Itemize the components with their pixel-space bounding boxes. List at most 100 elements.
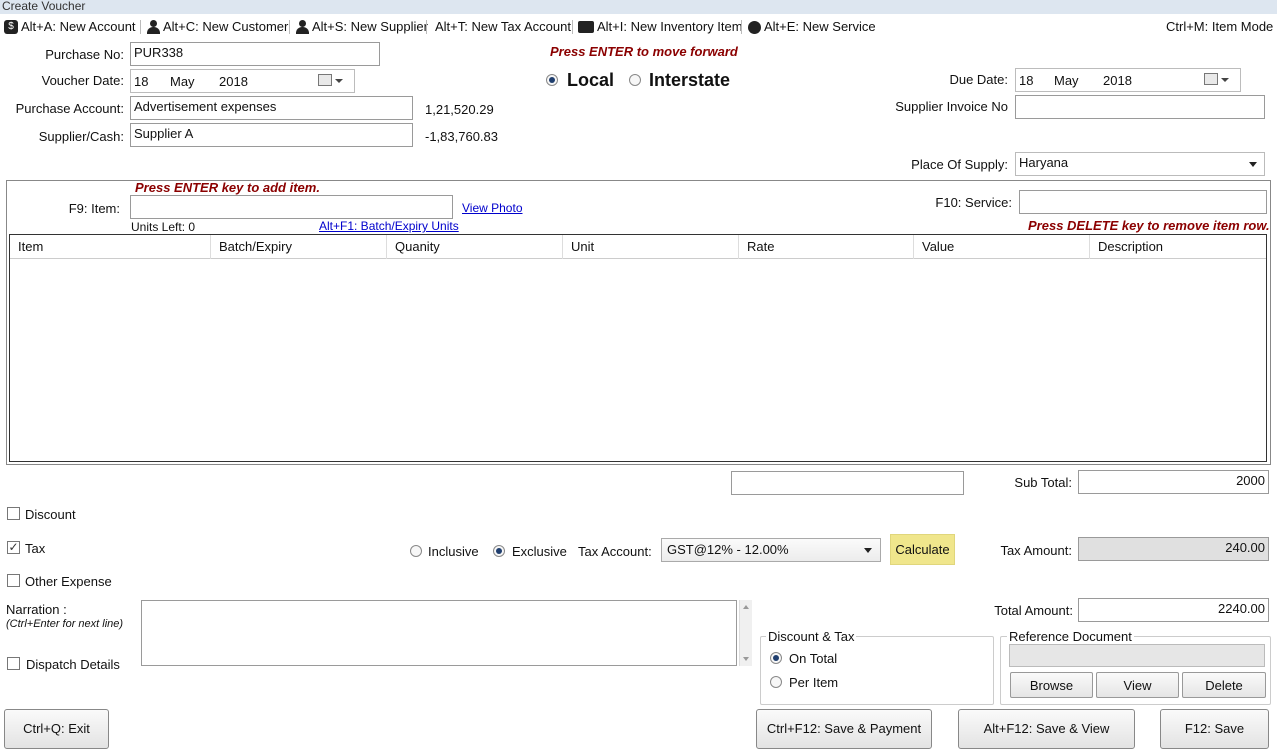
new-customer-label: Alt+C: New Customer	[163, 19, 289, 34]
local-radio[interactable]	[546, 74, 558, 86]
column-quantity[interactable]: Quanity	[387, 235, 563, 259]
item-mode-label: Ctrl+M: Item Mode	[1166, 19, 1274, 34]
dispatch-details-label: Dispatch Details	[26, 657, 120, 672]
voucher-date-label: Voucher Date:	[41, 73, 124, 88]
calendar-icon[interactable]	[1204, 73, 1229, 85]
on-total-radio[interactable]	[770, 652, 782, 664]
narration-scrollbar[interactable]	[739, 600, 752, 666]
new-inventory-item-button[interactable]: Alt+I: New Inventory Item	[578, 18, 743, 36]
supplier-icon	[295, 20, 309, 34]
voucher-date-picker[interactable]: 18 May 2018	[130, 69, 355, 93]
exclusive-radio[interactable]	[493, 545, 505, 557]
tax-account-select[interactable]: GST@12% - 12.00%	[661, 538, 881, 562]
chevron-down-icon	[1249, 162, 1257, 167]
local-label[interactable]: Local	[567, 70, 614, 91]
discount-label: Discount	[25, 507, 76, 522]
new-supplier-label: Alt+S: New Supplier	[312, 19, 428, 34]
purchase-account-label: Purchase Account:	[15, 101, 124, 116]
items-grid[interactable]: Item Batch/Expiry Quanity Unit Rate Valu…	[9, 234, 1267, 462]
toolbar-separator	[140, 20, 141, 34]
place-of-supply-value: Haryana	[1019, 155, 1069, 170]
reference-document-title: Reference Document	[1007, 629, 1134, 644]
dollar-icon: $	[4, 20, 18, 34]
inclusive-radio[interactable]	[410, 545, 422, 557]
tax-checkbox[interactable]: ✓	[7, 541, 20, 554]
extra-total-field[interactable]	[731, 471, 964, 495]
save-payment-button[interactable]: Ctrl+F12: Save & Payment	[756, 709, 932, 749]
narration-textarea[interactable]	[141, 600, 737, 666]
item-mode-button[interactable]: Ctrl+M: Item Mode	[1166, 18, 1273, 36]
service-icon	[748, 20, 761, 34]
new-supplier-button[interactable]: Alt+S: New Supplier	[295, 18, 428, 36]
interstate-label[interactable]: Interstate	[649, 70, 730, 91]
place-of-supply-select[interactable]: Haryana	[1015, 152, 1265, 176]
browse-button[interactable]: Browse	[1010, 672, 1093, 698]
narration-label: Narration :	[6, 602, 67, 617]
other-expense-label: Other Expense	[25, 574, 112, 589]
units-left: Units Left: 0	[131, 220, 196, 234]
item-input[interactable]	[130, 195, 453, 219]
view-button[interactable]: View	[1096, 672, 1179, 698]
purchase-account-balance: 1,21,520.29	[425, 102, 494, 117]
per-item-radio[interactable]	[770, 676, 782, 688]
toolbar-separator	[572, 20, 573, 34]
column-item[interactable]: Item	[10, 235, 211, 259]
due-date-day: 18	[1019, 73, 1034, 88]
supplier-balance: -1,83,760.83	[425, 129, 499, 144]
new-account-label: Alt+A: New Account	[21, 19, 136, 34]
other-expense-checkbox[interactable]	[7, 574, 20, 587]
new-tax-account-button[interactable]: Alt+T: New Tax Account	[435, 18, 571, 36]
new-service-button[interactable]: Alt+E: New Service	[748, 18, 876, 36]
new-inventory-item-label: Alt+I: New Inventory Item	[597, 19, 743, 34]
due-date-month: May	[1054, 73, 1079, 88]
toolbar: $ Alt+A: New Account Alt+C: New Customer…	[0, 14, 1277, 40]
new-customer-button[interactable]: Alt+C: New Customer	[146, 18, 288, 36]
on-total-label[interactable]: On Total	[789, 651, 837, 666]
column-batch-expiry[interactable]: Batch/Expiry	[211, 235, 387, 259]
tax-account-label: Tax Account:	[578, 544, 652, 559]
supplier-input[interactable]: Supplier A	[130, 123, 413, 147]
item-label: F9: Item:	[68, 201, 120, 216]
supplier-invoice-input[interactable]	[1015, 95, 1265, 119]
column-unit[interactable]: Unit	[563, 235, 739, 259]
truck-icon	[578, 21, 594, 33]
per-item-label[interactable]: Per Item	[789, 675, 838, 690]
service-input[interactable]	[1019, 190, 1267, 214]
view-photo-link[interactable]: View Photo	[462, 201, 523, 215]
total-amount-label: Total Amount:	[994, 603, 1073, 618]
due-date-picker[interactable]: 18 May 2018	[1015, 68, 1241, 92]
column-value[interactable]: Value	[914, 235, 1090, 259]
column-description[interactable]: Description	[1090, 235, 1266, 259]
voucher-date-day: 18	[134, 74, 149, 89]
scroll-down-icon[interactable]	[743, 657, 749, 661]
calendar-icon[interactable]	[318, 74, 343, 86]
purchase-account-input[interactable]: Advertisement expenses	[130, 96, 413, 120]
delete-button[interactable]: Delete	[1182, 672, 1266, 698]
inclusive-label[interactable]: Inclusive	[428, 544, 479, 559]
items-grid-header: Item Batch/Expiry Quanity Unit Rate Valu…	[10, 235, 1266, 259]
total-amount-field[interactable]: 2240.00	[1078, 598, 1269, 622]
new-tax-account-label: Alt+T: New Tax Account	[435, 19, 571, 34]
calculate-button[interactable]: Calculate	[890, 534, 955, 565]
interstate-radio[interactable]	[629, 74, 641, 86]
save-button[interactable]: F12: Save	[1160, 709, 1269, 749]
supplier-label: Supplier/Cash:	[38, 129, 124, 144]
column-rate[interactable]: Rate	[739, 235, 914, 259]
exit-button[interactable]: Ctrl+Q: Exit	[4, 709, 109, 749]
sub-total-field[interactable]: 2000	[1078, 470, 1269, 494]
exclusive-label[interactable]: Exclusive	[512, 544, 567, 559]
window-title: Create Voucher	[0, 0, 1277, 14]
discount-checkbox[interactable]	[7, 507, 20, 520]
sub-total-label: Sub Total:	[1014, 475, 1072, 490]
service-label: F10: Service:	[935, 195, 1012, 210]
dispatch-details-checkbox[interactable]	[7, 657, 20, 670]
toolbar-separator	[741, 20, 742, 34]
new-account-button[interactable]: $ Alt+A: New Account	[4, 18, 136, 36]
scroll-up-icon[interactable]	[743, 605, 749, 609]
save-view-button[interactable]: Alt+F12: Save & View	[958, 709, 1135, 749]
toolbar-separator	[289, 20, 290, 34]
discount-tax-group	[760, 636, 994, 705]
batch-expiry-link[interactable]: Alt+F1: Batch/Expiry Units	[319, 219, 459, 233]
due-date-label: Due Date:	[949, 72, 1008, 87]
purchase-no-input[interactable]: PUR338	[130, 42, 380, 66]
